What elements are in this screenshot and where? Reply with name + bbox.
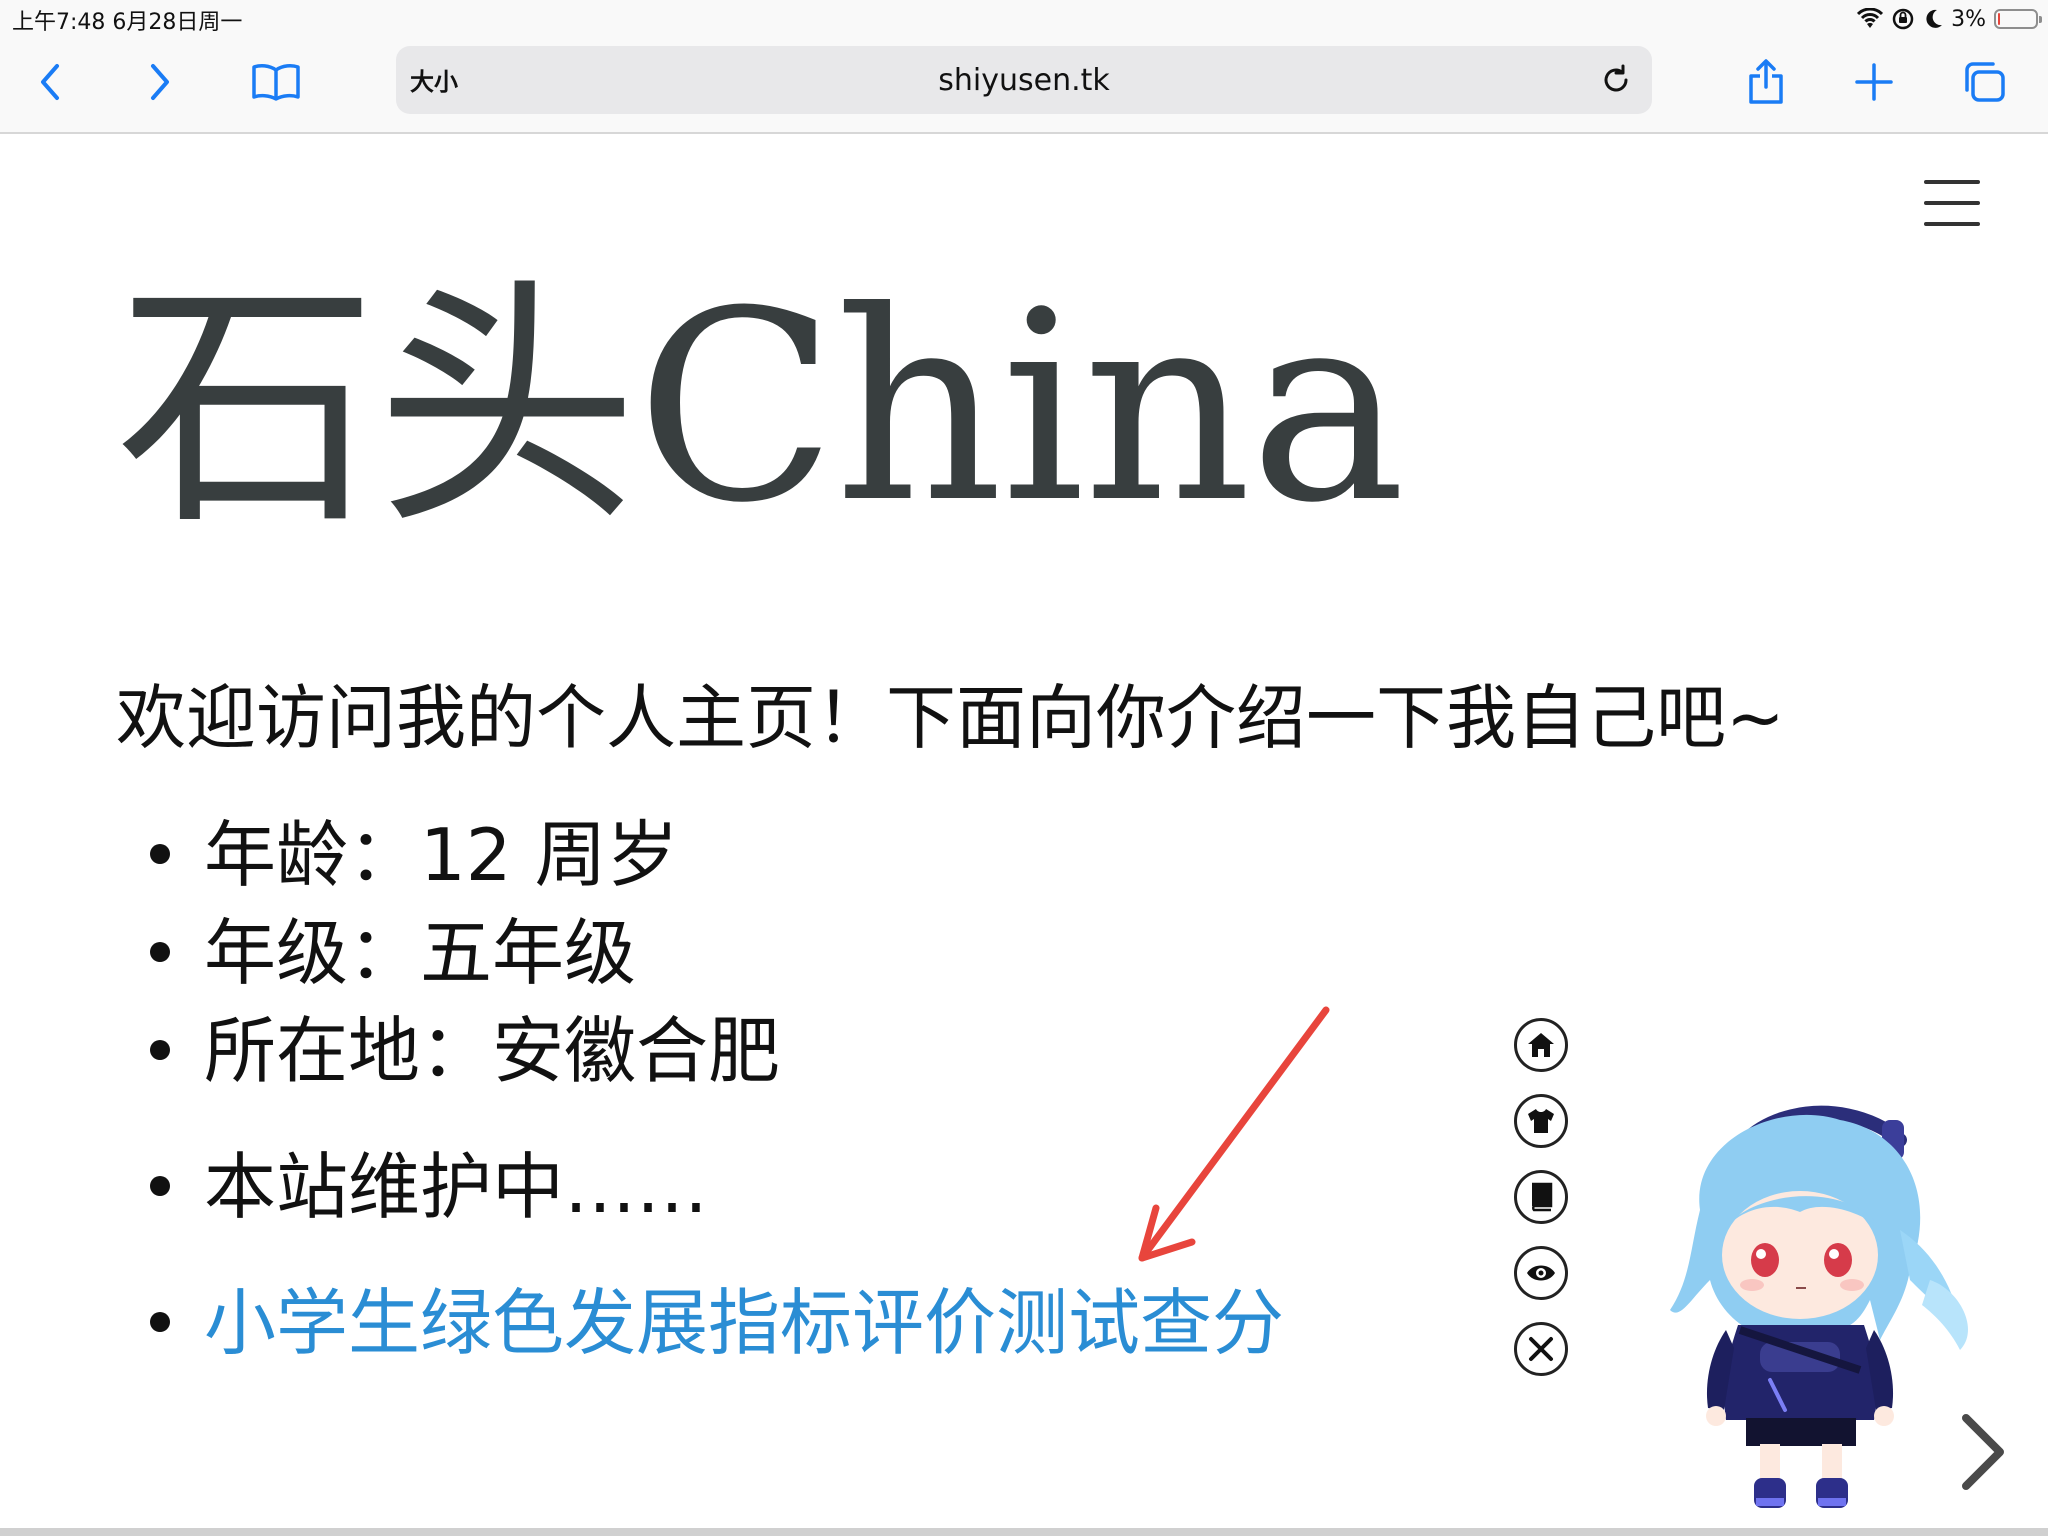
share-icon xyxy=(1749,59,1783,104)
close-icon xyxy=(1529,1337,1553,1361)
menu-bar-line xyxy=(1924,222,1980,226)
book-icon xyxy=(1532,1182,1553,1212)
plus-icon xyxy=(1855,63,1893,101)
status-bar: 上午7:48 6月28日周一 3% xyxy=(0,0,2048,40)
list-item-text: 年龄：12 周岁 xyxy=(204,813,679,897)
list-item-text: 年级：五年级 xyxy=(204,911,637,995)
menu-bar-line xyxy=(1924,201,1980,205)
battery-icon xyxy=(1994,9,2042,29)
site-title: 石头China xyxy=(116,255,1406,560)
home-icon xyxy=(1528,1033,1554,1057)
status-indicators: 3% xyxy=(1857,3,2042,35)
annotation-arrow xyxy=(1138,1006,1330,1262)
widget-view-button[interactable] xyxy=(1514,1246,1568,1300)
bullet xyxy=(150,1312,170,1332)
shirt-icon xyxy=(1528,1109,1554,1133)
status-time: 上午7:48 6月28日周一 xyxy=(12,10,243,35)
chevron-right-icon xyxy=(151,64,169,100)
score-query-link[interactable]: 小学生绿色发展指标评价测试查分 xyxy=(204,1281,1284,1365)
reload-button[interactable] xyxy=(1594,58,1638,102)
list-item-text: 本站维护中…… xyxy=(204,1145,709,1229)
bookmarks-button[interactable] xyxy=(246,52,306,112)
intro-text: 欢迎访问我的个人主页！下面向你介绍一下我自己吧~ xyxy=(116,677,1785,759)
bottom-edge-bar xyxy=(0,1528,2048,1536)
url-text[interactable]: shiyusen.tk xyxy=(396,63,1652,98)
wifi-icon xyxy=(1857,8,1884,28)
bullet xyxy=(150,942,170,962)
list-item-text: 所在地：安徽合肥 xyxy=(204,1009,781,1093)
back-button[interactable] xyxy=(20,52,80,112)
widget-info-button[interactable] xyxy=(1514,1170,1568,1224)
mascot-character-image[interactable] xyxy=(1660,1080,2000,1520)
tabs-icon xyxy=(1965,62,2005,102)
next-arrow-icon[interactable] xyxy=(1958,1412,2010,1492)
moon-icon xyxy=(1926,9,1943,28)
battery-level xyxy=(1998,13,2000,25)
reload-icon xyxy=(1604,64,1628,92)
list-item-grade: 年级：五年级 xyxy=(150,904,1284,1002)
book-open-icon xyxy=(252,64,300,101)
eye-icon xyxy=(1527,1265,1555,1281)
rotation-lock-icon xyxy=(1892,8,1914,30)
bullet xyxy=(150,1040,170,1060)
widget-home-button[interactable] xyxy=(1514,1018,1568,1072)
browser-toolbar: 大小 shiyusen.tk xyxy=(0,40,2048,134)
bullet xyxy=(150,1176,170,1196)
address-bar[interactable]: 大小 shiyusen.tk xyxy=(396,46,1652,114)
list-item-age: 年龄：12 周岁 xyxy=(150,806,1284,904)
share-button[interactable] xyxy=(1736,52,1796,112)
menu-bar-line xyxy=(1924,180,1980,184)
list-item-test-link: 小学生绿色发展指标评价测试查分 xyxy=(150,1274,1284,1372)
bullet xyxy=(150,844,170,864)
battery-percent: 3% xyxy=(1951,6,1986,32)
widget-close-button[interactable] xyxy=(1514,1322,1568,1376)
forward-button[interactable] xyxy=(130,52,190,112)
tabs-overview-button[interactable] xyxy=(1954,52,2014,112)
hamburger-menu-button[interactable] xyxy=(1924,180,1980,226)
widget-outfit-button[interactable] xyxy=(1514,1094,1568,1148)
new-tab-button[interactable] xyxy=(1844,52,1904,112)
chevron-left-icon xyxy=(41,64,59,100)
